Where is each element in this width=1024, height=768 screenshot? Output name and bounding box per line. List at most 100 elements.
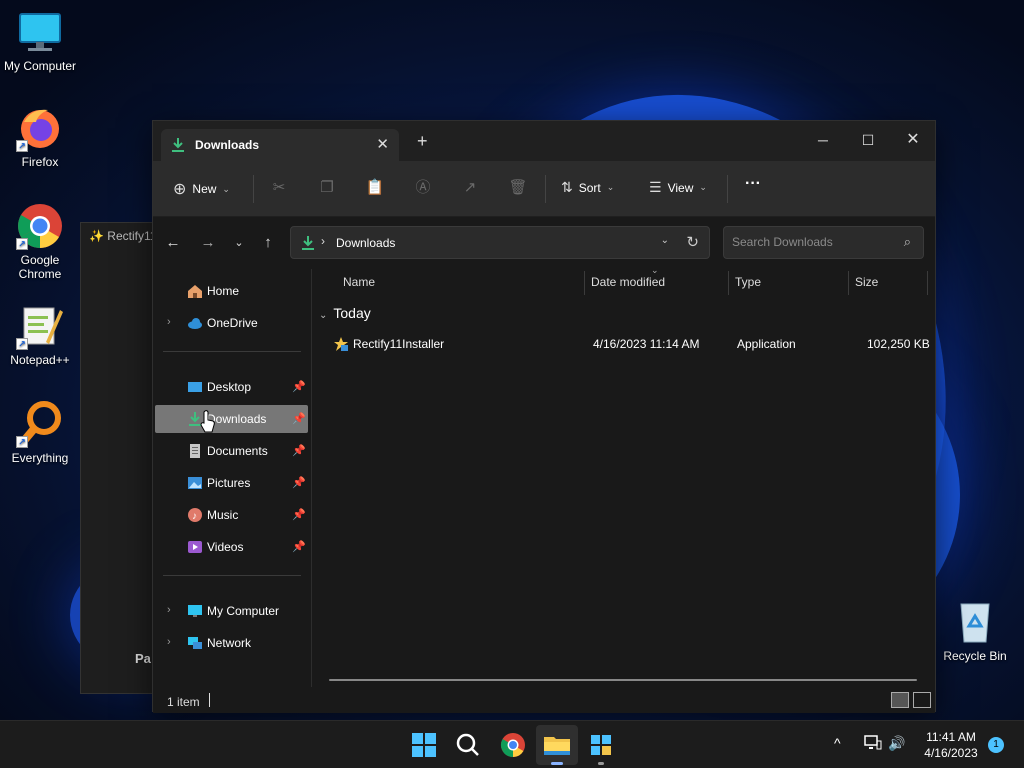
chevron-down-icon: ⌄ (606, 182, 615, 192)
chrome-icon[interactable] (497, 729, 529, 761)
volume-icon[interactable]: 🔊 (888, 735, 905, 752)
column-separator[interactable] (728, 271, 729, 295)
view-label: View (667, 180, 694, 195)
rectify-installer-icon[interactable] (585, 729, 617, 765)
tray-overflow-chevron-icon[interactable]: ^ (834, 735, 841, 751)
nav-item-documents[interactable]: Documents 📌 (155, 437, 308, 465)
search-icon[interactable]: ⌕ (904, 234, 911, 250)
shortcut-arrow-icon: ↗ (16, 238, 28, 250)
start-icon[interactable] (408, 729, 440, 761)
desktop-icon-label: Recycle Bin (943, 649, 1007, 663)
tiles-view-button[interactable] (913, 692, 931, 708)
pin-icon: 📌 (292, 509, 306, 521)
background-window-text: Pa (135, 651, 151, 666)
desktop-icon-everything[interactable]: ↗ Everything (0, 400, 80, 465)
file-date-modified: 4/16/2023 11:14 AM (593, 337, 700, 351)
desktop-icon-notepadpp[interactable]: ↗ Notepad++ (0, 302, 80, 367)
delete-icon[interactable]: 🗑 (508, 178, 528, 198)
breadcrumb-chevron-icon[interactable]: › (321, 234, 325, 248)
desktop-icon-label: My Computer (3, 59, 77, 73)
sort-button[interactable]: ⇅ Sort ⌄ (561, 179, 614, 196)
group-header-today[interactable]: ⌄ Today (319, 305, 371, 321)
download-arrow-icon (171, 137, 185, 156)
nav-item-videos[interactable]: Videos 📌 (155, 533, 308, 561)
plus-circle-icon: ⊕ (173, 181, 187, 198)
firefox-icon: ↗ (16, 104, 64, 152)
desktop-icon-label: Notepad++ (10, 353, 70, 367)
nav-item-network[interactable]: › Network (155, 629, 308, 657)
column-separator[interactable] (584, 271, 585, 295)
chevron-down-icon: ⌄ (222, 183, 230, 194)
column-header-date-modified[interactable]: Date modified (591, 275, 665, 289)
desktop-icon-recycle-bin[interactable]: Recycle Bin (935, 598, 1015, 663)
shortcut-arrow-icon: ↗ (16, 436, 28, 448)
tab-label: Downloads (195, 138, 260, 152)
desktop-icon-firefox[interactable]: ↗ Firefox (0, 104, 80, 169)
column-separator[interactable] (927, 271, 928, 295)
network-status-icon[interactable] (864, 735, 882, 754)
paste-icon[interactable]: 📋 (365, 178, 385, 198)
file-explorer-window[interactable]: Downloads ✕ + ─ ☐ ✕ ⊕ New ⌄ ✂ ❐ 📋 Ⓐ ↗ 🗑 … (152, 120, 936, 713)
search-input[interactable] (732, 235, 892, 249)
expand-chevron-icon[interactable]: › (167, 316, 171, 328)
desktop-folder-icon (187, 379, 203, 395)
details-view-button[interactable] (891, 692, 909, 708)
file-type: Application (737, 337, 796, 351)
chrome-icon: ↗ (16, 202, 64, 250)
desktop-icon-my-computer[interactable]: My Computer (0, 8, 80, 73)
collapse-chevron-icon[interactable]: ⌄ (319, 310, 327, 321)
new-tab-button[interactable]: + (417, 132, 428, 150)
more-options-button[interactable]: ··· (745, 175, 761, 193)
nav-item-desktop[interactable]: Desktop 📌 (155, 373, 308, 401)
nav-item-my-computer[interactable]: › My Computer (155, 597, 308, 625)
search-icon[interactable] (452, 729, 484, 761)
recent-locations-button[interactable]: ⌄ (227, 231, 251, 255)
nav-item-home[interactable]: Home (155, 277, 308, 305)
copy-icon[interactable]: ❐ (317, 178, 337, 198)
file-explorer-icon[interactable] (541, 729, 573, 765)
pin-icon: 📌 (292, 381, 306, 393)
maximize-button[interactable]: ☐ (848, 127, 888, 153)
desktop-icon-label: Everything (11, 451, 69, 465)
search-box[interactable]: ⌕ (723, 226, 924, 259)
up-button[interactable]: ↑ (256, 231, 280, 255)
column-header-type[interactable]: Type (735, 275, 761, 289)
nav-item-downloads[interactable]: Downloads 📌 (155, 405, 308, 433)
rename-icon[interactable]: Ⓐ (413, 178, 433, 198)
pane-splitter[interactable] (311, 269, 312, 687)
share-icon[interactable]: ↗ (460, 178, 480, 198)
column-separator[interactable] (848, 271, 849, 295)
nav-divider (163, 575, 301, 576)
forward-button[interactable]: → (196, 231, 220, 255)
videos-icon (187, 539, 203, 555)
cut-icon[interactable]: ✂ (269, 178, 289, 198)
desktop-icon-chrome[interactable]: ↗ Google Chrome (0, 202, 80, 281)
minimize-button[interactable]: ─ (803, 127, 843, 153)
address-dropdown-icon[interactable]: ⌄ (661, 235, 669, 246)
column-header-name[interactable]: Name (343, 275, 375, 289)
title-bar[interactable]: Downloads ✕ + ─ ☐ ✕ (153, 121, 935, 161)
documents-icon (187, 443, 203, 459)
back-button[interactable]: ← (161, 231, 185, 255)
clock[interactable]: 11:41 AM 4/16/2023 (916, 729, 986, 761)
nav-item-music[interactable]: ♪ Music 📌 (155, 501, 308, 529)
column-header-size[interactable]: Size (855, 275, 878, 289)
nav-item-onedrive[interactable]: › OneDrive (155, 309, 308, 337)
refresh-icon[interactable]: ↻ (686, 233, 699, 251)
toolbar-separator (253, 175, 254, 203)
file-list: Name Date modified ⌄ Type Size ⌄ Today Re… (313, 265, 933, 685)
view-button[interactable]: ☰ View ⌄ (649, 179, 707, 196)
close-window-button[interactable]: ✕ (893, 127, 933, 153)
notification-badge[interactable]: 1 (988, 737, 1004, 753)
breadcrumb-downloads[interactable]: Downloads (336, 236, 395, 250)
expand-chevron-icon[interactable]: › (167, 604, 171, 616)
item-count: 1 item (167, 695, 200, 709)
expand-chevron-icon[interactable]: › (167, 636, 171, 648)
tab-downloads[interactable]: Downloads ✕ (161, 129, 399, 161)
file-row[interactable]: Rectify11Installer 4/16/2023 11:14 AM Ap… (323, 331, 931, 357)
nav-item-pictures[interactable]: Pictures 📌 (155, 469, 308, 497)
new-button[interactable]: ⊕ New ⌄ (173, 179, 230, 199)
horizontal-scrollbar[interactable] (329, 679, 917, 681)
close-tab-icon[interactable]: ✕ (376, 135, 389, 153)
address-bar[interactable]: › Downloads ⌄ ↻ (290, 226, 710, 259)
